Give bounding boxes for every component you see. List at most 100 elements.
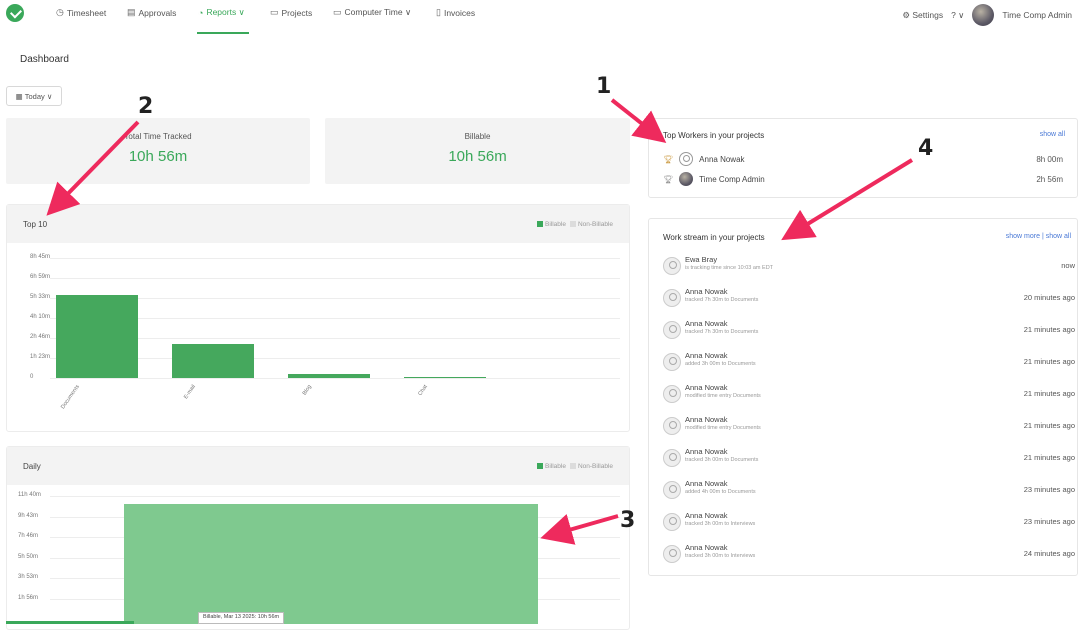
y-tick-label: 4h 10m xyxy=(30,314,51,320)
y-tick-label: 5h 50m xyxy=(18,553,39,560)
document-icon: ▯ xyxy=(436,7,441,17)
nav-computer-time[interactable]: ▭ Computer Time ∨ xyxy=(333,7,411,18)
worker-name: Anna Nowak xyxy=(699,154,745,164)
nav-invoices-label: Invoices xyxy=(443,7,476,18)
y-tick-label: 7h 46m xyxy=(18,533,39,539)
stream-user-name: Ewa Bray xyxy=(685,255,718,264)
bottom-progress-strip xyxy=(6,621,134,624)
top-workers-show-all[interactable]: show all xyxy=(1040,131,1065,138)
stream-row[interactable]: Anna Nowak tracked 7h 30m to Documents 20 … xyxy=(663,285,1075,315)
nav-reports[interactable]: ◔ Reports ∨ xyxy=(198,7,245,18)
nav-reports-label: Reports ∨ xyxy=(206,7,245,17)
date-filter-dropdown[interactable]: ▦ Today ∨ xyxy=(6,86,62,106)
y-tick-label: 5h 33m xyxy=(30,294,51,300)
stream-row[interactable]: Anna Nowak tracked 3h 00m to Interviews 24… xyxy=(663,541,1075,571)
stream-time-ago: 21 minutes ago xyxy=(1023,389,1075,398)
avatar xyxy=(663,513,681,531)
chart-tooltip: Billable, Mar 13 2025: 10h 56m xyxy=(198,612,285,624)
avatar xyxy=(663,257,681,275)
y-tick-label: 3h 53m xyxy=(18,574,39,580)
top-navigation: ◷ Timesheet ▤ Approvals ◔ Reports ∨ ▭ Pr… xyxy=(0,0,1080,34)
bar-daily[interactable] xyxy=(124,503,538,624)
stream-user-name: Anna Nowak xyxy=(685,351,728,360)
avatar xyxy=(679,152,694,166)
user-name[interactable]: Time Comp Admin xyxy=(1002,10,1072,20)
bar-e-mail[interactable] xyxy=(172,344,254,378)
avatar xyxy=(663,321,681,339)
help-menu[interactable]: ? ∨ xyxy=(951,10,964,21)
bar-chat[interactable] xyxy=(404,377,486,378)
daily-legend-nonbillable[interactable]: Non-Billable xyxy=(569,462,613,470)
stream-time-ago: 21 minutes ago xyxy=(1023,357,1075,366)
worker-time: 8h 00m xyxy=(1036,155,1063,164)
stream-row[interactable]: Anna Nowak modified time entry Documents 2… xyxy=(663,381,1075,411)
nav-projects[interactable]: ▭ Projects xyxy=(270,7,312,18)
billable-card: Billable 10h 56m xyxy=(325,118,630,184)
stream-description: added 3h 00m to Documents xyxy=(685,361,756,367)
gridline xyxy=(50,496,620,497)
user-avatar[interactable] xyxy=(972,4,995,26)
avatar xyxy=(663,417,681,435)
bar-documents[interactable] xyxy=(56,295,138,378)
settings-link[interactable]: ⚙ Settings xyxy=(902,10,943,21)
pie-chart-icon: ◔ xyxy=(198,7,204,18)
stream-row[interactable]: Anna Nowak tracked 3h 00m to Interviews 23… xyxy=(663,509,1075,539)
daily-legend-nonbillable-label: Non-Billable xyxy=(577,462,613,470)
worker-row[interactable]: 🏆︎ Anna Nowak xyxy=(663,151,745,167)
gridline xyxy=(50,378,620,379)
stream-row[interactable]: Anna Nowak modified time entry Documents 2… xyxy=(663,413,1075,443)
stream-time-ago: 20 minutes ago xyxy=(1023,293,1075,302)
stream-row[interactable]: Anna Nowak added 4h 00m to Documents 23 mi… xyxy=(663,477,1075,507)
legend-billable[interactable]: Billable xyxy=(536,220,566,228)
stream-time-ago: 23 minutes ago xyxy=(1023,485,1075,494)
bar-blog[interactable] xyxy=(288,374,370,378)
total-time-value: 10h 56m xyxy=(128,148,188,165)
worker-time: 2h 56m xyxy=(1036,175,1063,184)
stream-user-name: Anna Nowak xyxy=(685,479,728,488)
nav-approvals[interactable]: ▤ Approvals xyxy=(127,7,176,18)
stream-time-ago: now xyxy=(1061,261,1075,270)
app-logo-icon[interactable] xyxy=(6,4,24,22)
stream-description: tracked 3h 00m to Interviews xyxy=(685,553,756,559)
stream-user-name: Anna Nowak xyxy=(685,447,728,456)
y-tick-label: 1h 23m xyxy=(30,354,51,360)
annotation-label-4: 4 xyxy=(918,136,934,161)
y-tick-label: 1h 56m xyxy=(18,594,39,601)
stream-row[interactable]: Anna Nowak tracked 7h 30m to Documents 21 … xyxy=(663,317,1075,347)
nav-invoices[interactable]: ▯ Invoices xyxy=(436,7,475,18)
billable-label: Billable xyxy=(464,132,491,141)
gold-trophy-icon: 🏆︎ xyxy=(663,154,674,164)
daily-legend: Billable Non-Billable xyxy=(536,462,613,470)
stream-time-ago: 24 minutes ago xyxy=(1023,549,1075,558)
stream-row[interactable]: Anna Nowak added 3h 00m to Documents 21 mi… xyxy=(663,349,1075,379)
legend-nonbillable[interactable]: Non-Billable xyxy=(569,221,613,228)
nav-timesheet[interactable]: ◷ Timesheet xyxy=(56,7,106,18)
daily-legend-billable[interactable]: Billable xyxy=(536,462,566,470)
stream-user-name: Anna Nowak xyxy=(685,511,728,520)
daily-legend-billable-label: Billable xyxy=(544,462,566,470)
stream-description: is tracking time since 10:03 am EDT xyxy=(685,265,774,271)
worker-name: Time Comp Admin xyxy=(699,174,765,184)
legend-billable-label: Billable xyxy=(544,220,566,228)
stream-description: tracked 7h 30m to Documents xyxy=(685,329,759,335)
top10-legend: Billable Non-Billable xyxy=(536,220,613,228)
total-time-card: Total Time Tracked 10h 56m xyxy=(6,118,310,184)
worker-row[interactable]: 🏆︎ Time Comp Admin xyxy=(663,171,765,187)
stream-user-name: Anna Nowak xyxy=(685,543,728,552)
work-stream-links[interactable]: show more | show all xyxy=(1006,233,1071,240)
stream-row[interactable]: Ewa Bray is tracking time since 10:03 am … xyxy=(663,253,1075,283)
gridline xyxy=(50,278,620,279)
stream-user-name: Anna Nowak xyxy=(685,319,728,328)
clipboard-icon: ▤ xyxy=(127,7,136,17)
avatar xyxy=(663,353,681,371)
clock-icon: ◷ xyxy=(56,7,64,17)
y-tick-label: 0 xyxy=(30,374,34,380)
y-tick-label: 9h 43m xyxy=(18,512,39,519)
stream-row[interactable]: Anna Nowak tracked 3h 00m to Documents 21 … xyxy=(663,445,1075,475)
avatar xyxy=(679,172,694,186)
work-stream-panel: Work stream in your projects show more |… xyxy=(648,218,1078,576)
annotation-label-3: 3 xyxy=(620,508,636,533)
billable-value: 10h 56m xyxy=(448,148,507,165)
stream-description: modified time entry Documents xyxy=(685,393,761,399)
silver-trophy-icon: 🏆︎ xyxy=(663,174,674,184)
